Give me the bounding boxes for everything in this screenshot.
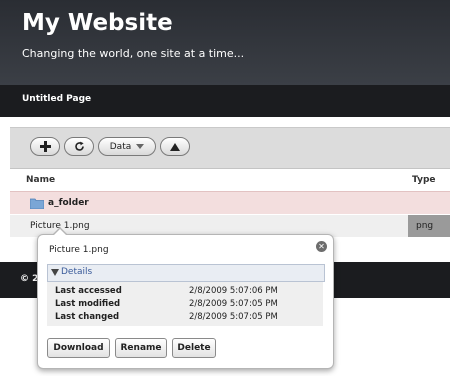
refresh-button[interactable] [64, 137, 94, 156]
add-button[interactable] [30, 137, 60, 156]
site-title: My Website [22, 10, 173, 36]
site-header: My Website Changing the world, one site … [0, 0, 450, 85]
detail-value: 2/8/2009 5:07:06 PM [189, 286, 278, 296]
folder-icon [30, 198, 44, 209]
column-header-name[interactable]: Name [26, 175, 55, 185]
details-toggle[interactable]: Details [47, 264, 325, 282]
file-details-popup: Picture 1.png ✕ Details Last accessed 2/… [37, 227, 334, 369]
data-dropdown-label: Data [109, 141, 132, 152]
popup-arrow-inner [53, 229, 67, 236]
detail-label: Last modified [55, 299, 121, 309]
file-name: a_folder [48, 198, 89, 208]
close-icon[interactable]: ✕ [316, 241, 327, 252]
details-list: Last accessed 2/8/2009 5:07:06 PM Last m… [47, 282, 323, 326]
site-tagline: Changing the world, one site at a time..… [22, 47, 245, 60]
rename-button[interactable]: Rename [115, 338, 167, 358]
table-row[interactable]: a_folder [10, 191, 450, 214]
file-type-cell: png [408, 215, 450, 237]
plus-icon [39, 141, 51, 152]
delete-button[interactable]: Delete [172, 338, 216, 358]
triangle-down-icon [51, 269, 59, 276]
toolbar: Data [10, 127, 450, 169]
up-button[interactable] [160, 137, 190, 156]
popup-title: Picture 1.png [49, 245, 109, 255]
detail-value: 2/8/2009 5:07:05 PM [189, 312, 278, 322]
detail-label: Last accessed [55, 286, 122, 296]
up-arrow-icon [170, 142, 180, 151]
chevron-down-icon [136, 143, 145, 149]
details-label: Details [61, 267, 93, 277]
nav-page-link[interactable]: Untitled Page [22, 94, 91, 104]
refresh-icon [74, 141, 84, 151]
download-button[interactable]: Download [47, 338, 110, 358]
footer-text: © 2 [20, 274, 39, 284]
file-type: png [416, 221, 434, 231]
column-header-type[interactable]: Type [412, 175, 435, 185]
nav-bar: Untitled Page [0, 85, 450, 117]
detail-value: 2/8/2009 5:07:05 PM [189, 299, 278, 309]
data-dropdown[interactable]: Data [98, 137, 156, 156]
detail-label: Last changed [55, 312, 120, 322]
